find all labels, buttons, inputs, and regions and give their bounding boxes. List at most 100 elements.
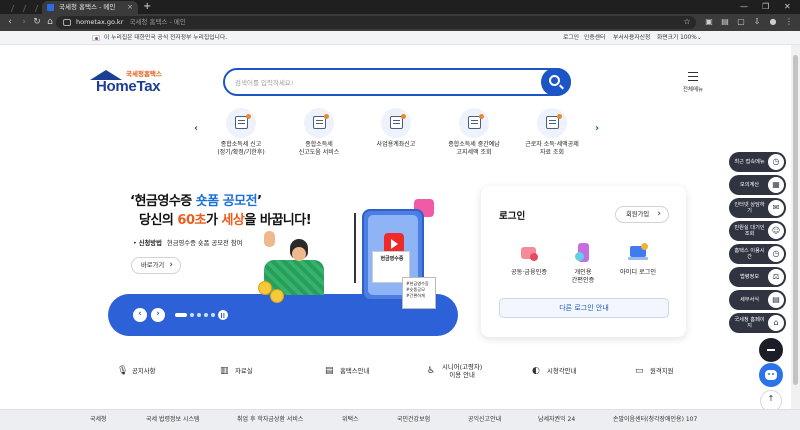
receipt-list-icon [537,108,567,138]
speaker-icon: ◐ [532,366,540,376]
float-menu-label: 국세청 홈페이지 [734,316,765,330]
banner-dot[interactable] [197,313,201,317]
page-scrollbar[interactable] [791,45,800,409]
profile-icon[interactable]: ● [768,17,778,27]
extension-icon[interactable]: ▢ [736,17,746,27]
float-menu-counsel[interactable]: 인터넷 상담하기 ✉ [729,198,786,218]
float-menu-tax-forms[interactable]: 세무서식 ▤ [729,290,786,310]
quick-menu-business-account[interactable]: 사업용계좌신고 [356,108,436,149]
address-bar[interactable]: hometax.go.kr 국세청 홈택스 - 메인 [56,16,696,29]
login-simple-auth[interactable]: 개인용 간편인증 [553,242,613,285]
top-link-cert-center[interactable]: 인증센터 [584,31,605,45]
quick-menu-label: 종합소득세 중간예납 고지세액 조회 [448,141,500,156]
footer-link[interactable]: 국세 법령정보 시스템 [146,410,200,430]
tab-title: 국세청 홈택스 - 메인 [59,3,116,11]
robot-eyes-icon [768,373,770,375]
footer-link[interactable]: 공익신고안내 [468,410,501,430]
quick-menu-next-button[interactable]: › [590,122,604,136]
login-panel: 로그인 회원가입 공동·금융인증 개인용간편인증 아이디 로그인 다른 로그인 … [481,186,686,337]
tab-close-icon[interactable]: × [127,1,133,14]
phone-fingerprint-icon [572,242,594,264]
float-menu-law-info[interactable]: 법령정보 ⚖ [729,267,786,287]
banner-shortcut-button[interactable]: 바로가기 [131,257,181,274]
window-minimize-button[interactable]: — [740,0,748,14]
float-menu-label: 인터넷 상담하기 [734,201,765,215]
scrollbar-thumb[interactable] [793,55,798,385]
search-bar [223,68,571,96]
banner-next-button[interactable]: › [151,308,165,322]
reload-icon[interactable]: ↻ [31,16,43,28]
bullet-icon: • [133,240,139,247]
window-close-button[interactable]: ✕ [784,0,791,14]
inactive-tab-area[interactable] [4,2,40,14]
collapse-float-menu-button[interactable] [759,338,783,362]
float-menu-recent[interactable]: 최근 접속메뉴 ◷ [729,152,786,172]
person-icon: ☺ [768,223,784,239]
all-menu-button[interactable]: 전체메뉴 [680,70,706,96]
footer-link[interactable]: 납세자권익 24 [538,410,575,430]
banner-prev-button[interactable]: ‹ [133,308,147,322]
hometax-favicon-icon [47,4,54,11]
top-link-dept-user[interactable]: 부서사용자신청 [613,31,650,45]
zoom-level-select[interactable]: 화면크기 100% [657,31,697,45]
quick-menu-worker-deduction[interactable]: 근로자 소득·세액공제 자료 조회 [512,108,592,157]
guide-document-icon: ▤ [325,366,334,376]
shortcut-label: 시니어(고령자) 이용 안내 [442,363,483,379]
banner-dot[interactable] [204,313,208,317]
extension-icon[interactable]: ▣ [704,17,714,27]
extension-icon[interactable]: ▤ [720,17,730,27]
float-menu-nts-homepage[interactable]: 국세청 홈페이지 ⌂ [729,313,786,333]
clock-icon: ◷ [768,246,784,262]
laptop-icon [627,242,649,264]
login-joint-certificate[interactable]: 공동·금융인증 [499,242,559,277]
footer-link[interactable]: 손말이음센터(청각장애인용) 107 [613,410,697,430]
top-link-login[interactable]: 로그인 [563,31,579,45]
footer-link[interactable]: 취업 후 학자금상환 서비스 [237,410,303,430]
clock-icon: ◷ [768,154,784,170]
signup-button[interactable]: 회원가입 [615,206,669,223]
banner-illustration[interactable]: 현금영수증 #현금영수증 #숏폼공모 #간편하게 [250,195,455,315]
window-maximize-button[interactable]: ❐ [762,0,769,14]
footer-link[interactable]: 위택스 [342,410,359,430]
document-magnifier-icon [381,108,411,138]
quick-menu-label: 종합소득세 신고도움 서비스 [298,141,340,156]
logo-subtitle: 국세청홈택스 [126,70,162,78]
quick-menu-interim-prepayment[interactable]: 종합소득세 중간예납 고지세액 조회 [434,108,514,157]
quick-menu-income-tax-filing[interactable]: 종합소득세 신고 (정기/확정/기한후) [201,108,281,157]
new-tab-button[interactable]: + [143,0,151,14]
all-menu-label: 전체메뉴 [682,87,704,93]
forward-arrow-icon[interactable]: › [18,16,30,28]
home-icon[interactable]: ⌂ [44,16,56,28]
quick-menu-income-tax-help[interactable]: 종합소득세 신고도움 서비스 [279,108,359,157]
float-menu-label: 세무서식 [739,296,760,303]
browser-tab-active[interactable]: 국세청 홈택스 - 메인 × [42,1,138,14]
banner-headline[interactable]: ‘현금영수증 숏폼 공모전’ [130,190,262,209]
quick-menu-label: 종합소득세 신고 (정기/확정/기한후) [217,141,265,156]
login-option-label: 개인용 간편인증 [571,269,595,284]
float-menu-waiting[interactable]: 민원실 대기인 조회 ☺ [729,221,786,241]
banner-dot-active[interactable] [175,313,187,317]
footer-link[interactable]: 국세청 [90,410,107,430]
site-info-icon[interactable] [63,19,71,26]
bookmark-star-icon[interactable]: ☆ [682,17,692,27]
back-arrow-icon[interactable]: ‹ [4,16,16,28]
search-input[interactable] [235,76,525,89]
downloads-icon[interactable]: ⇩ [752,17,762,27]
hometax-logo[interactable]: 국세청홈택스 HomeTax [90,68,168,98]
korea-flag-icon [92,35,100,41]
search-button[interactable] [541,68,571,96]
banner-dot[interactable] [190,313,194,317]
document-check-icon [226,108,256,138]
chevron-down-icon[interactable]: ⌄ [697,31,702,45]
login-id[interactable]: 아이디 로그인 [608,242,668,277]
banner-dot[interactable] [211,313,215,317]
browser-menu-icon[interactable]: ⋮ [784,17,794,27]
home-icon: ⌂ [768,315,784,331]
float-menu-simulation[interactable]: 모의계산 ▦ [729,175,786,195]
banner-pause-button[interactable] [218,310,228,320]
footer-link[interactable]: 국민건강보험 [397,410,430,430]
float-menu-service-hours[interactable]: 홈택스 이용시간 ◷ [729,244,786,264]
chatbot-button[interactable] [759,363,783,387]
other-login-guide-button[interactable]: 다른 로그인 안내 [499,298,669,318]
quick-menu-label: 사업용계좌신고 [376,141,416,148]
